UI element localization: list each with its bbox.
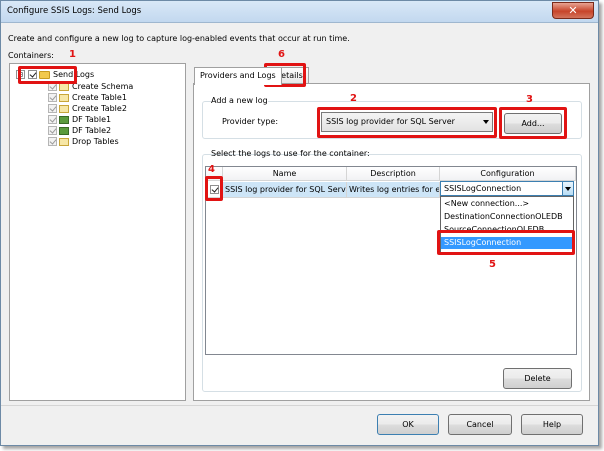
containers-label: Containers: [8, 51, 54, 60]
tree-node-label: Create Table2 [72, 104, 127, 113]
node-checkbox[interactable] [48, 93, 57, 102]
tree-node-create-table2[interactable]: Create Table2 [48, 103, 127, 114]
annotation-box-2 [317, 107, 497, 138]
node-checkbox[interactable] [48, 104, 57, 113]
sql-task-icon [59, 93, 69, 102]
configuration-combo[interactable]: SSISLogConnection [440, 181, 574, 196]
add-log-group-title: Add a new log [211, 96, 268, 105]
grid-header-name[interactable]: Name [223, 167, 347, 181]
option-destination-connection[interactable]: DestinationConnectionOLEDB [441, 211, 573, 223]
containers-tree[interactable]: ⊟ Send Logs Create Schema Create Table1 … [9, 63, 186, 401]
annotation-box-1 [18, 66, 77, 84]
chevron-down-icon[interactable] [562, 182, 573, 195]
option-new-connection[interactable]: <New connection...> [441, 198, 573, 210]
annotation-number-5: 5 [489, 259, 496, 270]
provider-type-label: Provider type: [222, 117, 279, 126]
log-name-cell[interactable]: SSIS log provider for SQL Server [223, 182, 347, 198]
node-checkbox[interactable] [48, 126, 57, 135]
sql-task-icon [59, 137, 69, 146]
title-bar[interactable]: Configure SSIS Logs: Send Logs ✕ [1, 1, 598, 23]
annotation-box-5 [437, 230, 575, 255]
help-button[interactable]: Help [521, 414, 583, 435]
tree-node-df-table1[interactable]: DF Table1 [48, 114, 111, 125]
tree-node-label: DF Table1 [72, 115, 112, 124]
annotation-number-2: 2 [350, 93, 357, 104]
tree-node-label: Create Table1 [72, 93, 127, 102]
tree-node-label: Create Schema [72, 82, 134, 91]
annotation-number-4: 4 [208, 164, 215, 175]
annotation-number-1: 1 [69, 49, 76, 60]
grid-header-description[interactable]: Description [347, 167, 440, 181]
tree-node-df-table2[interactable]: DF Table2 [48, 125, 111, 136]
close-button[interactable]: ✕ [552, 2, 594, 19]
tree-node-drop-tables[interactable]: Drop Tables [48, 136, 119, 147]
window-title: Configure SSIS Logs: Send Logs [7, 6, 142, 16]
configure-ssis-logs-dialog: Configure SSIS Logs: Send Logs ✕ Create … [0, 0, 599, 446]
data-flow-icon [59, 126, 69, 135]
cancel-button[interactable]: Cancel [448, 414, 512, 435]
annotation-number-3: 3 [526, 94, 533, 105]
node-checkbox[interactable] [48, 115, 57, 124]
ok-button[interactable]: OK [377, 414, 439, 435]
tree-node-label: DF Table2 [72, 126, 112, 135]
delete-button[interactable]: Delete [503, 368, 572, 389]
footer-divider [1, 405, 598, 406]
annotation-box-4 [205, 176, 223, 201]
tree-node-label: Drop Tables [72, 137, 119, 146]
data-flow-icon [59, 115, 69, 124]
sql-task-icon [59, 104, 69, 113]
annotation-box-3 [499, 107, 567, 139]
tree-node-create-table1[interactable]: Create Table1 [48, 92, 127, 103]
tab-providers-and-logs[interactable]: Providers and Logs [194, 67, 282, 85]
configuration-value: SSISLogConnection [444, 184, 522, 193]
node-checkbox[interactable] [48, 137, 57, 146]
dialog-description: Create and configure a new log to captur… [8, 34, 350, 43]
grid-header-configuration[interactable]: Configuration [440, 167, 576, 181]
log-description-cell[interactable]: Writes log entries for ev... [347, 182, 440, 198]
annotation-number-6: 6 [278, 49, 285, 60]
select-logs-label: Select the logs to use for the container… [211, 149, 370, 158]
